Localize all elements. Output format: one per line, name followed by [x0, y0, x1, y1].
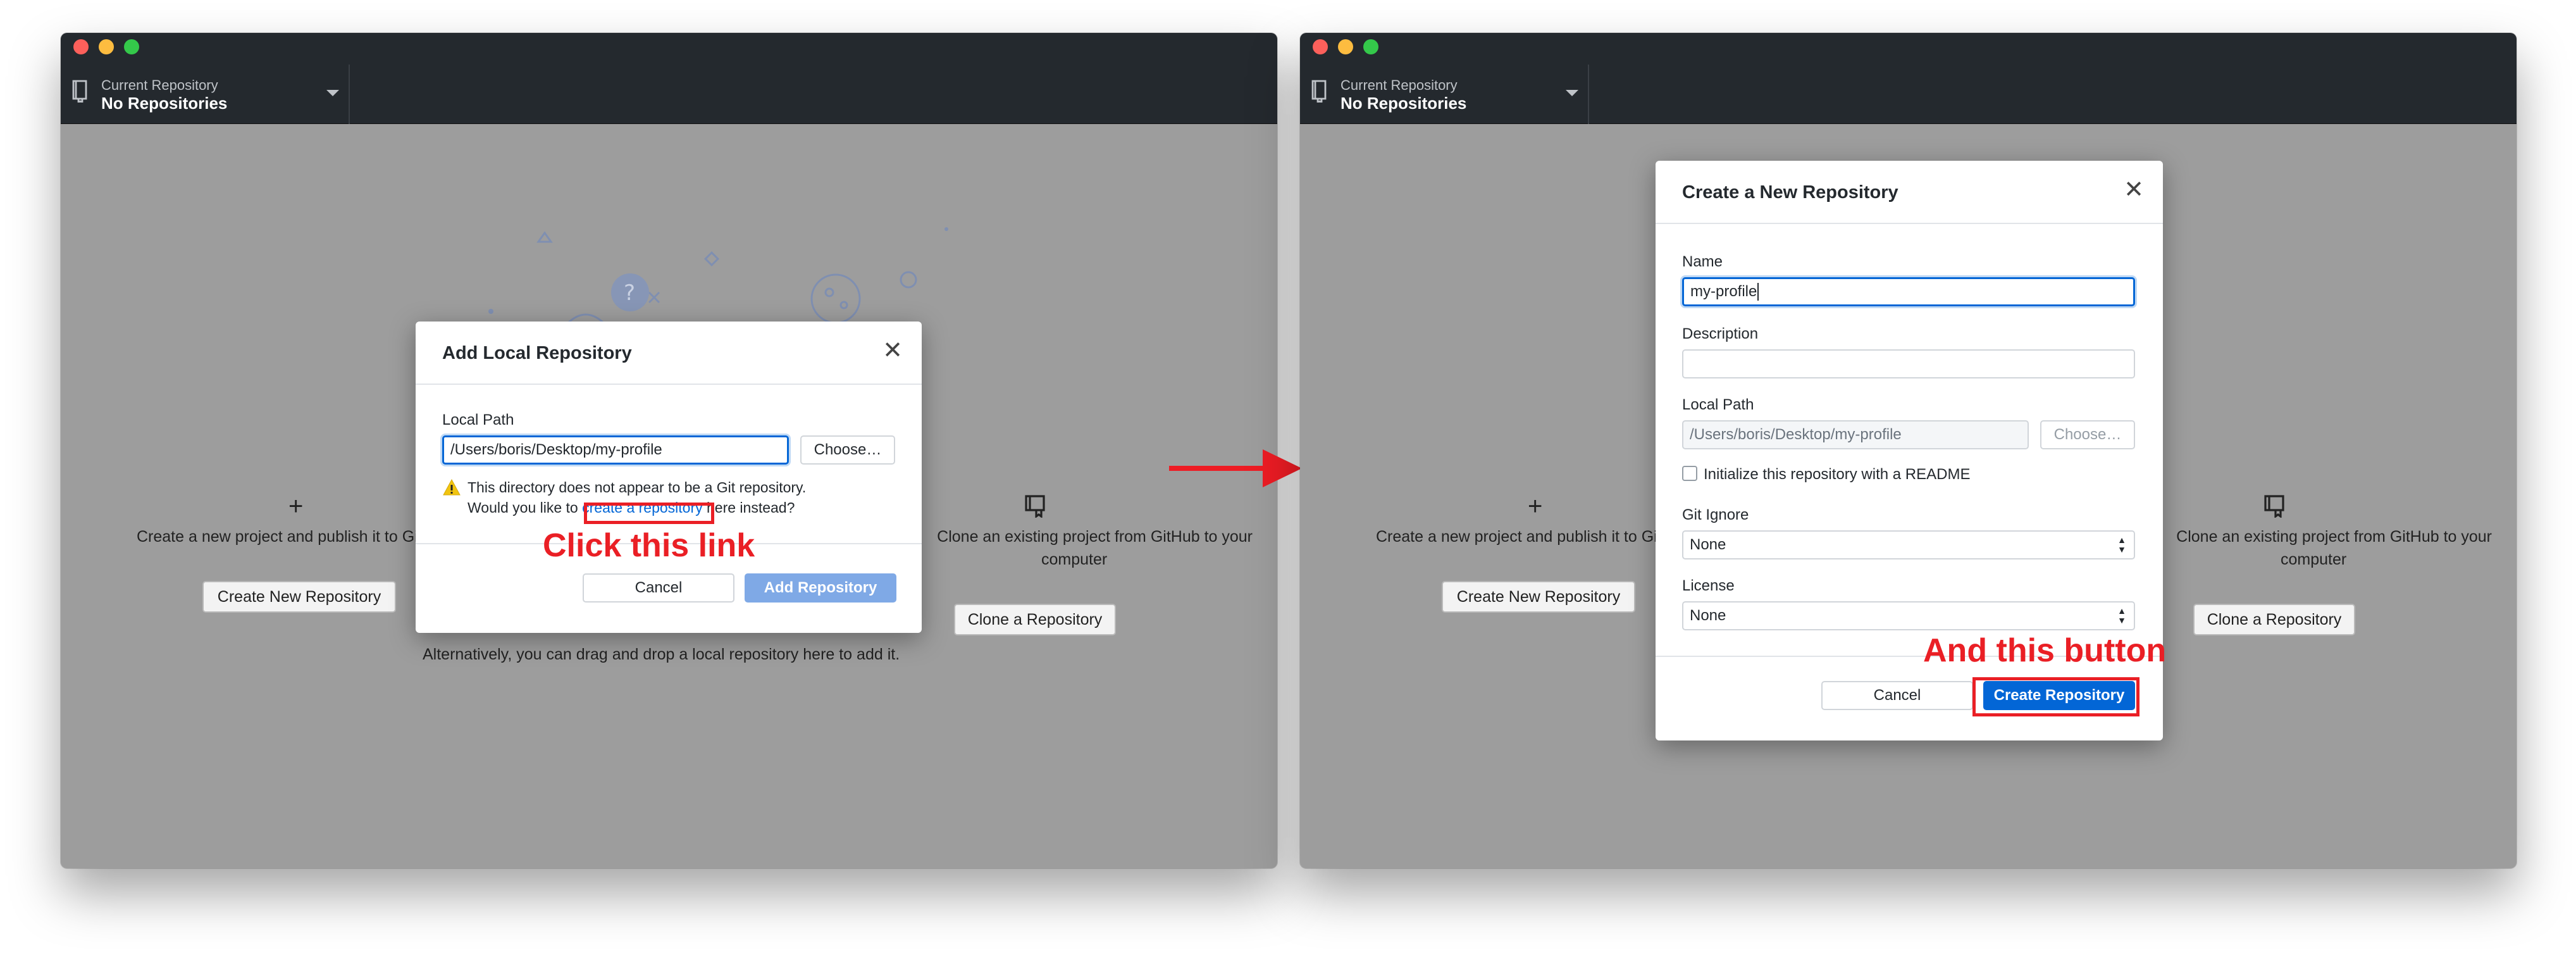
plus-icon: +	[1528, 492, 1543, 520]
clone-project-text-line1: Clone an existing project from GitHub to…	[2176, 528, 2492, 546]
and-this-button-callout: And this button	[1923, 632, 2167, 669]
license-select[interactable]: None ▲ ▼	[1682, 601, 2135, 630]
clone-repository-button[interactable]: Clone a Repository	[2193, 604, 2355, 635]
repo-icon	[1311, 80, 1327, 103]
cancel-button[interactable]: Cancel	[1821, 681, 1973, 710]
local-path-value: /Users/boris/Desktop/my-profile	[1690, 426, 1902, 443]
local-path-input[interactable]: /Users/boris/Desktop/my-profile	[1682, 420, 2029, 449]
clone-project-text-line2: computer	[1041, 551, 1108, 568]
clone-project-text-line2: computer	[2281, 551, 2347, 568]
repo-icon	[72, 80, 87, 103]
create-new-repository-button[interactable]: Create New Repository	[1442, 581, 1635, 613]
current-repository-label: Current Repository	[101, 77, 218, 93]
drag-drop-hint: Alternatively, you can drag and drop a l…	[423, 646, 900, 663]
window-controls	[73, 39, 139, 54]
clone-project-text-line1: Clone an existing project from GitHub to…	[937, 528, 1253, 546]
repo-clone-icon	[2264, 495, 2284, 518]
choose-button[interactable]: Choose…	[800, 435, 895, 465]
current-repository-label: Current Repository	[1341, 77, 1458, 93]
readme-checkbox[interactable]	[1682, 466, 1697, 481]
license-value: None	[1690, 607, 1726, 624]
create-new-project-text: Create a new project and publish it to G…	[137, 528, 452, 546]
title-bar: Current Repository No Repositories	[61, 33, 1277, 124]
local-path-label: Local Path	[442, 411, 514, 428]
add-local-repository-dialog: Add Local Repository ✕ Local Path /Users…	[416, 322, 922, 633]
dialog-header: Add Local Repository ✕	[416, 322, 922, 385]
zoom-window-button[interactable]	[1363, 39, 1378, 54]
clone-text-clip: Clone an existing project from GitHub to…	[921, 525, 1275, 576]
minimize-window-button[interactable]	[1338, 39, 1353, 54]
choose-button[interactable]: Choose…	[2040, 420, 2135, 449]
description-label: Description	[1682, 325, 1759, 342]
repo-clone-icon	[1025, 495, 1045, 518]
current-repository-toolbar[interactable]: Current Repository No Repositories	[61, 65, 350, 124]
git-ignore-select[interactable]: None ▲ ▼	[1682, 530, 2135, 559]
chevron-down-icon	[326, 90, 339, 96]
plus-icon: +	[288, 492, 304, 520]
warning-line1: This directory does not appear to be a G…	[468, 479, 807, 496]
current-repository-name: No Repositories	[1341, 94, 1467, 113]
close-icon[interactable]: ✕	[882, 338, 903, 363]
create-new-repository-button[interactable]: Create New Repository	[202, 581, 396, 613]
description-input[interactable]	[1682, 349, 2135, 378]
minimize-window-button[interactable]	[99, 39, 114, 54]
git-ignore-value: None	[1690, 536, 1726, 553]
svg-text:?: ?	[624, 280, 635, 306]
git-ignore-label: Git Ignore	[1682, 506, 1749, 523]
link-highlight-box	[584, 503, 714, 524]
current-repository-toolbar[interactable]: Current Repository No Repositories	[1300, 65, 1589, 124]
local-path-value: /Users/boris/Desktop/my-profile	[450, 441, 662, 458]
chevron-down-icon	[1566, 90, 1578, 96]
transition-arrow-head-icon	[1263, 449, 1302, 487]
close-window-button[interactable]	[73, 39, 89, 54]
transition-arrow-line	[1169, 466, 1264, 471]
dialog-title: Add Local Repository	[442, 343, 632, 363]
dialog-title: Create a New Repository	[1682, 182, 1898, 203]
name-label: Name	[1682, 253, 1723, 270]
right-app-window: Current Repository No Repositories + Cre…	[1300, 33, 2517, 868]
click-this-link-callout: Click this link	[543, 527, 755, 564]
window-controls	[1313, 39, 1378, 54]
dialog-header: Create a New Repository ✕	[1656, 161, 2163, 224]
cancel-button[interactable]: Cancel	[583, 573, 734, 603]
license-label: License	[1682, 577, 1735, 594]
select-arrows-icon: ▲ ▼	[2117, 535, 2126, 554]
readme-checkbox-label[interactable]: Initialize this repository with a README	[1704, 466, 1970, 484]
button-highlight-box	[1972, 677, 2139, 716]
warning-prefix: Would you like to	[468, 499, 583, 516]
zoom-window-button[interactable]	[124, 39, 139, 54]
text-cursor	[1757, 283, 1759, 301]
clone-text-clip: Clone an existing project from GitHub to…	[2160, 525, 2515, 576]
add-repository-button[interactable]: Add Repository	[745, 573, 896, 603]
select-arrows-icon: ▲ ▼	[2117, 606, 2126, 625]
warning-icon	[443, 478, 461, 496]
close-icon[interactable]: ✕	[2124, 177, 2144, 203]
left-app-window: Current Repository No Repositories ? + C…	[61, 33, 1277, 868]
local-path-input[interactable]: /Users/boris/Desktop/my-profile	[442, 435, 789, 465]
clone-repository-button[interactable]: Clone a Repository	[954, 604, 1116, 635]
name-input[interactable]: my-profile	[1682, 277, 2135, 306]
warning-suffix: here instead?	[702, 499, 795, 516]
create-new-project-text: Create a new project and publish it to G…	[1376, 528, 1691, 546]
title-bar: Current Repository No Repositories	[1300, 33, 2517, 124]
close-window-button[interactable]	[1313, 39, 1328, 54]
name-value: my-profile	[1690, 283, 1757, 300]
current-repository-name: No Repositories	[101, 94, 228, 113]
local-path-label: Local Path	[1682, 396, 1754, 413]
